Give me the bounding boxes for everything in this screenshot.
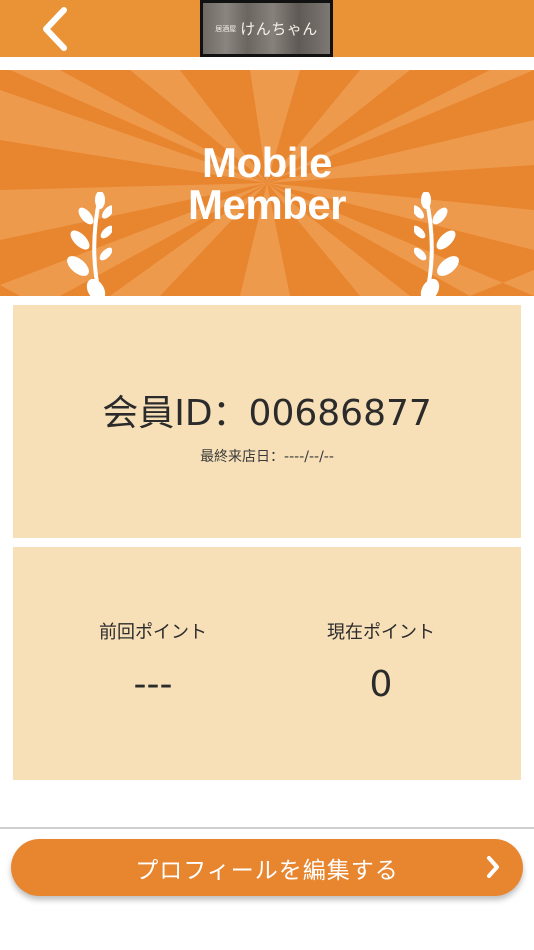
laurel-right-icon bbox=[414, 192, 459, 296]
logo-title: けんちゃん bbox=[240, 20, 318, 38]
divider bbox=[0, 827, 534, 829]
logo-subtitle: 居酒屋 bbox=[215, 24, 237, 33]
top-bar: 居酒屋 けんちゃん bbox=[0, 0, 534, 57]
chevron-left-icon bbox=[43, 7, 67, 51]
current-points-value: 0 bbox=[369, 664, 393, 705]
shop-logo: 居酒屋 けんちゃん bbox=[200, 0, 333, 57]
last-visit-date: 最終来店日：----/--/-- bbox=[200, 449, 334, 465]
current-points-label: 現在ポイント bbox=[327, 622, 435, 643]
member-id: 会員ID：00686877 bbox=[102, 393, 432, 434]
mobile-member-banner: Mobile Member bbox=[0, 70, 534, 296]
previous-points: 前回ポイント --- bbox=[25, 621, 281, 707]
current-points: 現在ポイント 0 bbox=[253, 621, 509, 707]
member-id-card: 会員ID：00686877 最終来店日：----/--/-- bbox=[13, 305, 521, 538]
back-button[interactable] bbox=[30, 4, 80, 54]
banner-title-line1: Mobile bbox=[202, 139, 333, 186]
previous-points-label: 前回ポイント bbox=[99, 622, 207, 643]
edit-profile-label: プロフィールを編集する bbox=[135, 857, 399, 884]
member-card-screen: 居酒屋 けんちゃん Mobile Member 会員ID：00686877 最終… bbox=[0, 0, 534, 950]
points-card: 前回ポイント --- 現在ポイント 0 bbox=[13, 547, 521, 780]
chevron-right-icon bbox=[487, 856, 499, 878]
previous-points-value: --- bbox=[133, 664, 173, 705]
edit-profile-button[interactable]: プロフィールを編集する bbox=[11, 839, 523, 896]
